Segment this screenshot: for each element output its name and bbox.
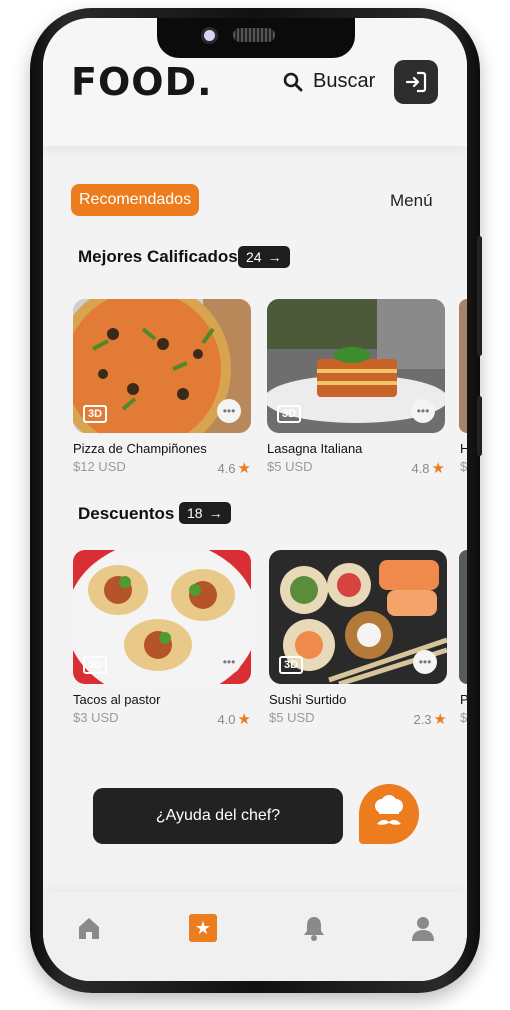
speaker-grille — [233, 28, 275, 42]
3d-badge: 3D — [277, 405, 302, 423]
section-title-discounts: Descuentos — [78, 504, 175, 523]
search-label: Buscar — [313, 70, 376, 92]
phone-notch — [157, 18, 355, 58]
tab-recommended[interactable]: Recomendados — [71, 184, 200, 216]
user-icon — [412, 917, 434, 941]
food-name: Sushi Surtido — [269, 692, 347, 707]
tab-notifications[interactable] — [300, 914, 328, 942]
section-title-top-rated: Mejores Calificados — [78, 247, 238, 266]
tab-home[interactable] — [75, 914, 103, 942]
3d-badge: 3D — [279, 656, 304, 674]
peek-name-initial: H — [460, 441, 467, 456]
home-icon — [79, 918, 99, 939]
search-button[interactable]: Buscar — [283, 70, 375, 93]
food-card-peek[interactable] — [459, 550, 467, 684]
star-icon: ★ — [431, 460, 445, 477]
more-icon[interactable]: ••• — [413, 650, 437, 674]
star-icon: ★ — [237, 460, 251, 477]
peek-price-initial: $ — [460, 710, 467, 725]
camera-icon — [201, 27, 218, 44]
peek-name-initial: P — [460, 692, 467, 707]
tab-favorites[interactable]: ★ — [189, 914, 217, 942]
food-price: $5 USD — [269, 710, 315, 725]
chef-icon — [375, 795, 403, 825]
food-name: Pizza de Champiñones — [73, 441, 207, 456]
food-rating: 2.3 — [413, 711, 432, 727]
star-icon: ★ — [237, 711, 251, 728]
app-screen: FOOD. Buscar Recomendados Menú Mejores C… — [43, 18, 467, 981]
food-card-pizza[interactable]: 3D ••• Pizza de Champiñones $12 USD 4.6 ★ — [73, 299, 251, 477]
app-logo: FOOD. — [71, 60, 213, 104]
top-rated-count: 24 — [246, 249, 262, 265]
arrow-right-icon: → — [267, 249, 282, 265]
top-rated-count-button[interactable]: 24 → — [238, 246, 290, 268]
food-rating: 4.6 — [217, 460, 236, 476]
more-icon[interactable]: ••• — [411, 399, 435, 423]
chef-help-button[interactable]: ¿Ayuda del chef? — [93, 788, 343, 844]
side-button — [477, 236, 482, 356]
3d-badge: 3D — [83, 656, 108, 674]
chef-button[interactable] — [359, 784, 419, 844]
food-card-sushi[interactable]: 3D ••• Sushi Surtido $5 USD 2.3 ★ — [269, 550, 447, 728]
bottom-tab-bar: ★ — [43, 892, 467, 981]
food-rating: 4.8 — [411, 460, 430, 476]
pizza-image: 3D ••• — [73, 299, 251, 433]
star-icon: ★ — [433, 711, 447, 728]
search-icon — [283, 72, 303, 91]
tacos-image: 3D ••• — [73, 550, 251, 684]
3d-badge: 3D — [83, 405, 108, 423]
tab-profile[interactable] — [409, 914, 437, 942]
bell-icon — [304, 917, 324, 941]
login-button[interactable] — [394, 60, 438, 104]
food-card-lasagna[interactable]: 3D ••• Lasagna Italiana $5 USD 4.8 ★ — [267, 299, 445, 477]
login-icon — [405, 71, 427, 93]
favorites-icon: ★ — [194, 917, 212, 938]
arrow-right-icon: → — [208, 505, 223, 521]
lasagna-image: 3D ••• — [267, 299, 445, 433]
tab-menu[interactable]: Menú — [390, 191, 433, 211]
food-card-tacos[interactable]: 3D ••• Tacos al pastor $3 USD 4.0 ★ — [73, 550, 251, 728]
food-name: Tacos al pastor — [73, 692, 161, 707]
more-icon[interactable]: ••• — [217, 399, 241, 423]
food-price: $12 USD — [73, 459, 126, 474]
food-rating: 4.0 — [217, 711, 236, 727]
sushi-image: 3D ••• — [269, 550, 447, 684]
discounts-count-button[interactable]: 18 → — [179, 502, 231, 524]
food-price: $3 USD — [73, 710, 119, 725]
discounts-count: 18 — [187, 505, 203, 521]
peek-price-initial: $ — [460, 459, 467, 474]
side-button — [477, 396, 482, 456]
food-price: $5 USD — [267, 459, 313, 474]
food-card-peek[interactable] — [459, 299, 467, 433]
food-name: Lasagna Italiana — [267, 441, 363, 456]
more-icon[interactable]: ••• — [217, 650, 241, 674]
